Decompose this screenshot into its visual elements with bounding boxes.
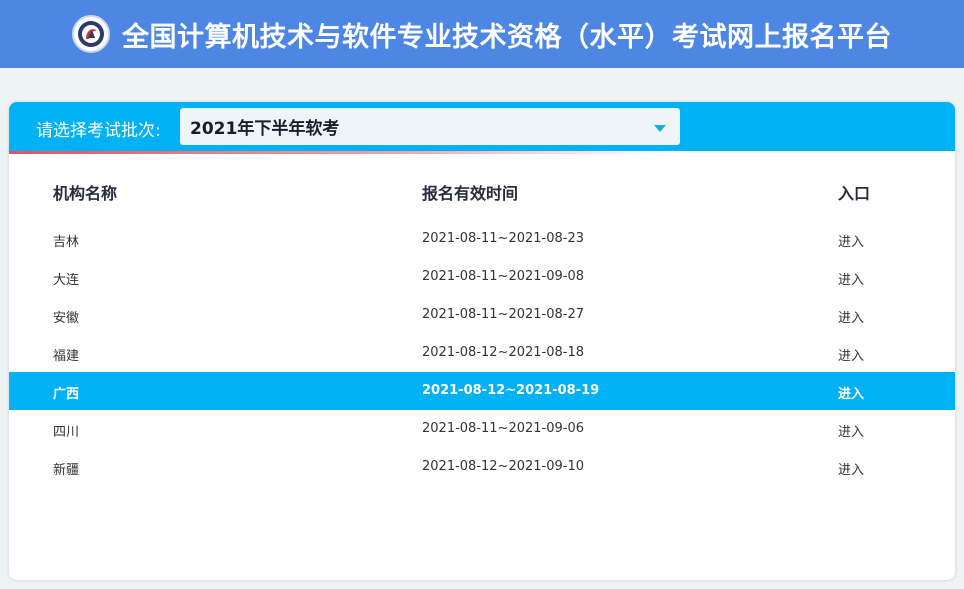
table-row[interactable]: 吉林 2021-08-11~2021-08-23 进入 xyxy=(9,220,955,258)
registration-period: 2021-08-11~2021-08-27 xyxy=(422,307,584,322)
batch-label: 请选择考试批次: xyxy=(36,121,161,141)
enter-link[interactable]: 进入 xyxy=(838,345,864,364)
registration-period: 2021-08-12~2021-08-19 xyxy=(422,383,600,398)
logo-icon xyxy=(72,15,110,53)
org-name: 安徽 xyxy=(53,311,80,326)
batch-select-value: 2021年下半年软考 xyxy=(190,119,340,139)
table-row[interactable]: 大连 2021-08-11~2021-09-08 进入 xyxy=(9,258,955,296)
registration-period: 2021-08-11~2021-09-06 xyxy=(422,421,584,436)
org-name: 吉林 xyxy=(53,235,80,250)
org-name: 四川 xyxy=(53,425,80,440)
page-title: 全国计算机技术与软件专业技术资格（水平）考试网上报名平台 xyxy=(122,21,892,53)
registration-panel: 请选择考试批次: 2021年下半年软考 机构名称 报名有效时间 入口 吉林 20… xyxy=(9,102,955,580)
registration-period: 2021-08-11~2021-08-23 xyxy=(422,231,584,246)
table-row[interactable]: 新疆 2021-08-12~2021-09-10 进入 xyxy=(9,448,955,486)
enter-link[interactable]: 进入 xyxy=(838,421,864,440)
table-row[interactable]: 福建 2021-08-12~2021-08-18 进入 xyxy=(9,334,955,372)
column-header-entry: 入口 xyxy=(838,184,871,203)
org-name: 新疆 xyxy=(53,463,80,478)
registration-period: 2021-08-12~2021-08-18 xyxy=(422,345,584,360)
table-row[interactable]: 四川 2021-08-11~2021-09-06 进入 xyxy=(9,410,955,448)
table-row-highlighted[interactable]: 广西 2021-08-12~2021-08-19 进入 xyxy=(9,372,955,410)
top-header: 全国计算机技术与软件专业技术资格（水平）考试网上报名平台 xyxy=(0,0,964,68)
topbar-underline xyxy=(9,151,955,154)
org-name: 广西 xyxy=(53,387,80,402)
org-name: 大连 xyxy=(53,273,80,288)
enter-link[interactable]: 进入 xyxy=(838,231,864,250)
org-name: 福建 xyxy=(53,349,80,364)
batch-select[interactable]: 2021年下半年软考 xyxy=(180,108,680,145)
enter-link[interactable]: 进入 xyxy=(838,459,864,478)
column-header-name: 机构名称 xyxy=(53,184,118,203)
enter-link[interactable]: 进入 xyxy=(838,269,864,288)
table-row[interactable]: 安徽 2021-08-11~2021-08-27 进入 xyxy=(9,296,955,334)
enter-link[interactable]: 进入 xyxy=(838,307,864,326)
enter-link[interactable]: 进入 xyxy=(838,383,864,402)
column-header-period: 报名有效时间 xyxy=(422,184,519,203)
registration-period: 2021-08-11~2021-09-08 xyxy=(422,269,584,284)
registration-period: 2021-08-12~2021-09-10 xyxy=(422,459,584,474)
batch-selector-bar: 请选择考试批次: 2021年下半年软考 xyxy=(9,102,955,151)
dropdown-caret-icon[interactable] xyxy=(654,125,666,132)
